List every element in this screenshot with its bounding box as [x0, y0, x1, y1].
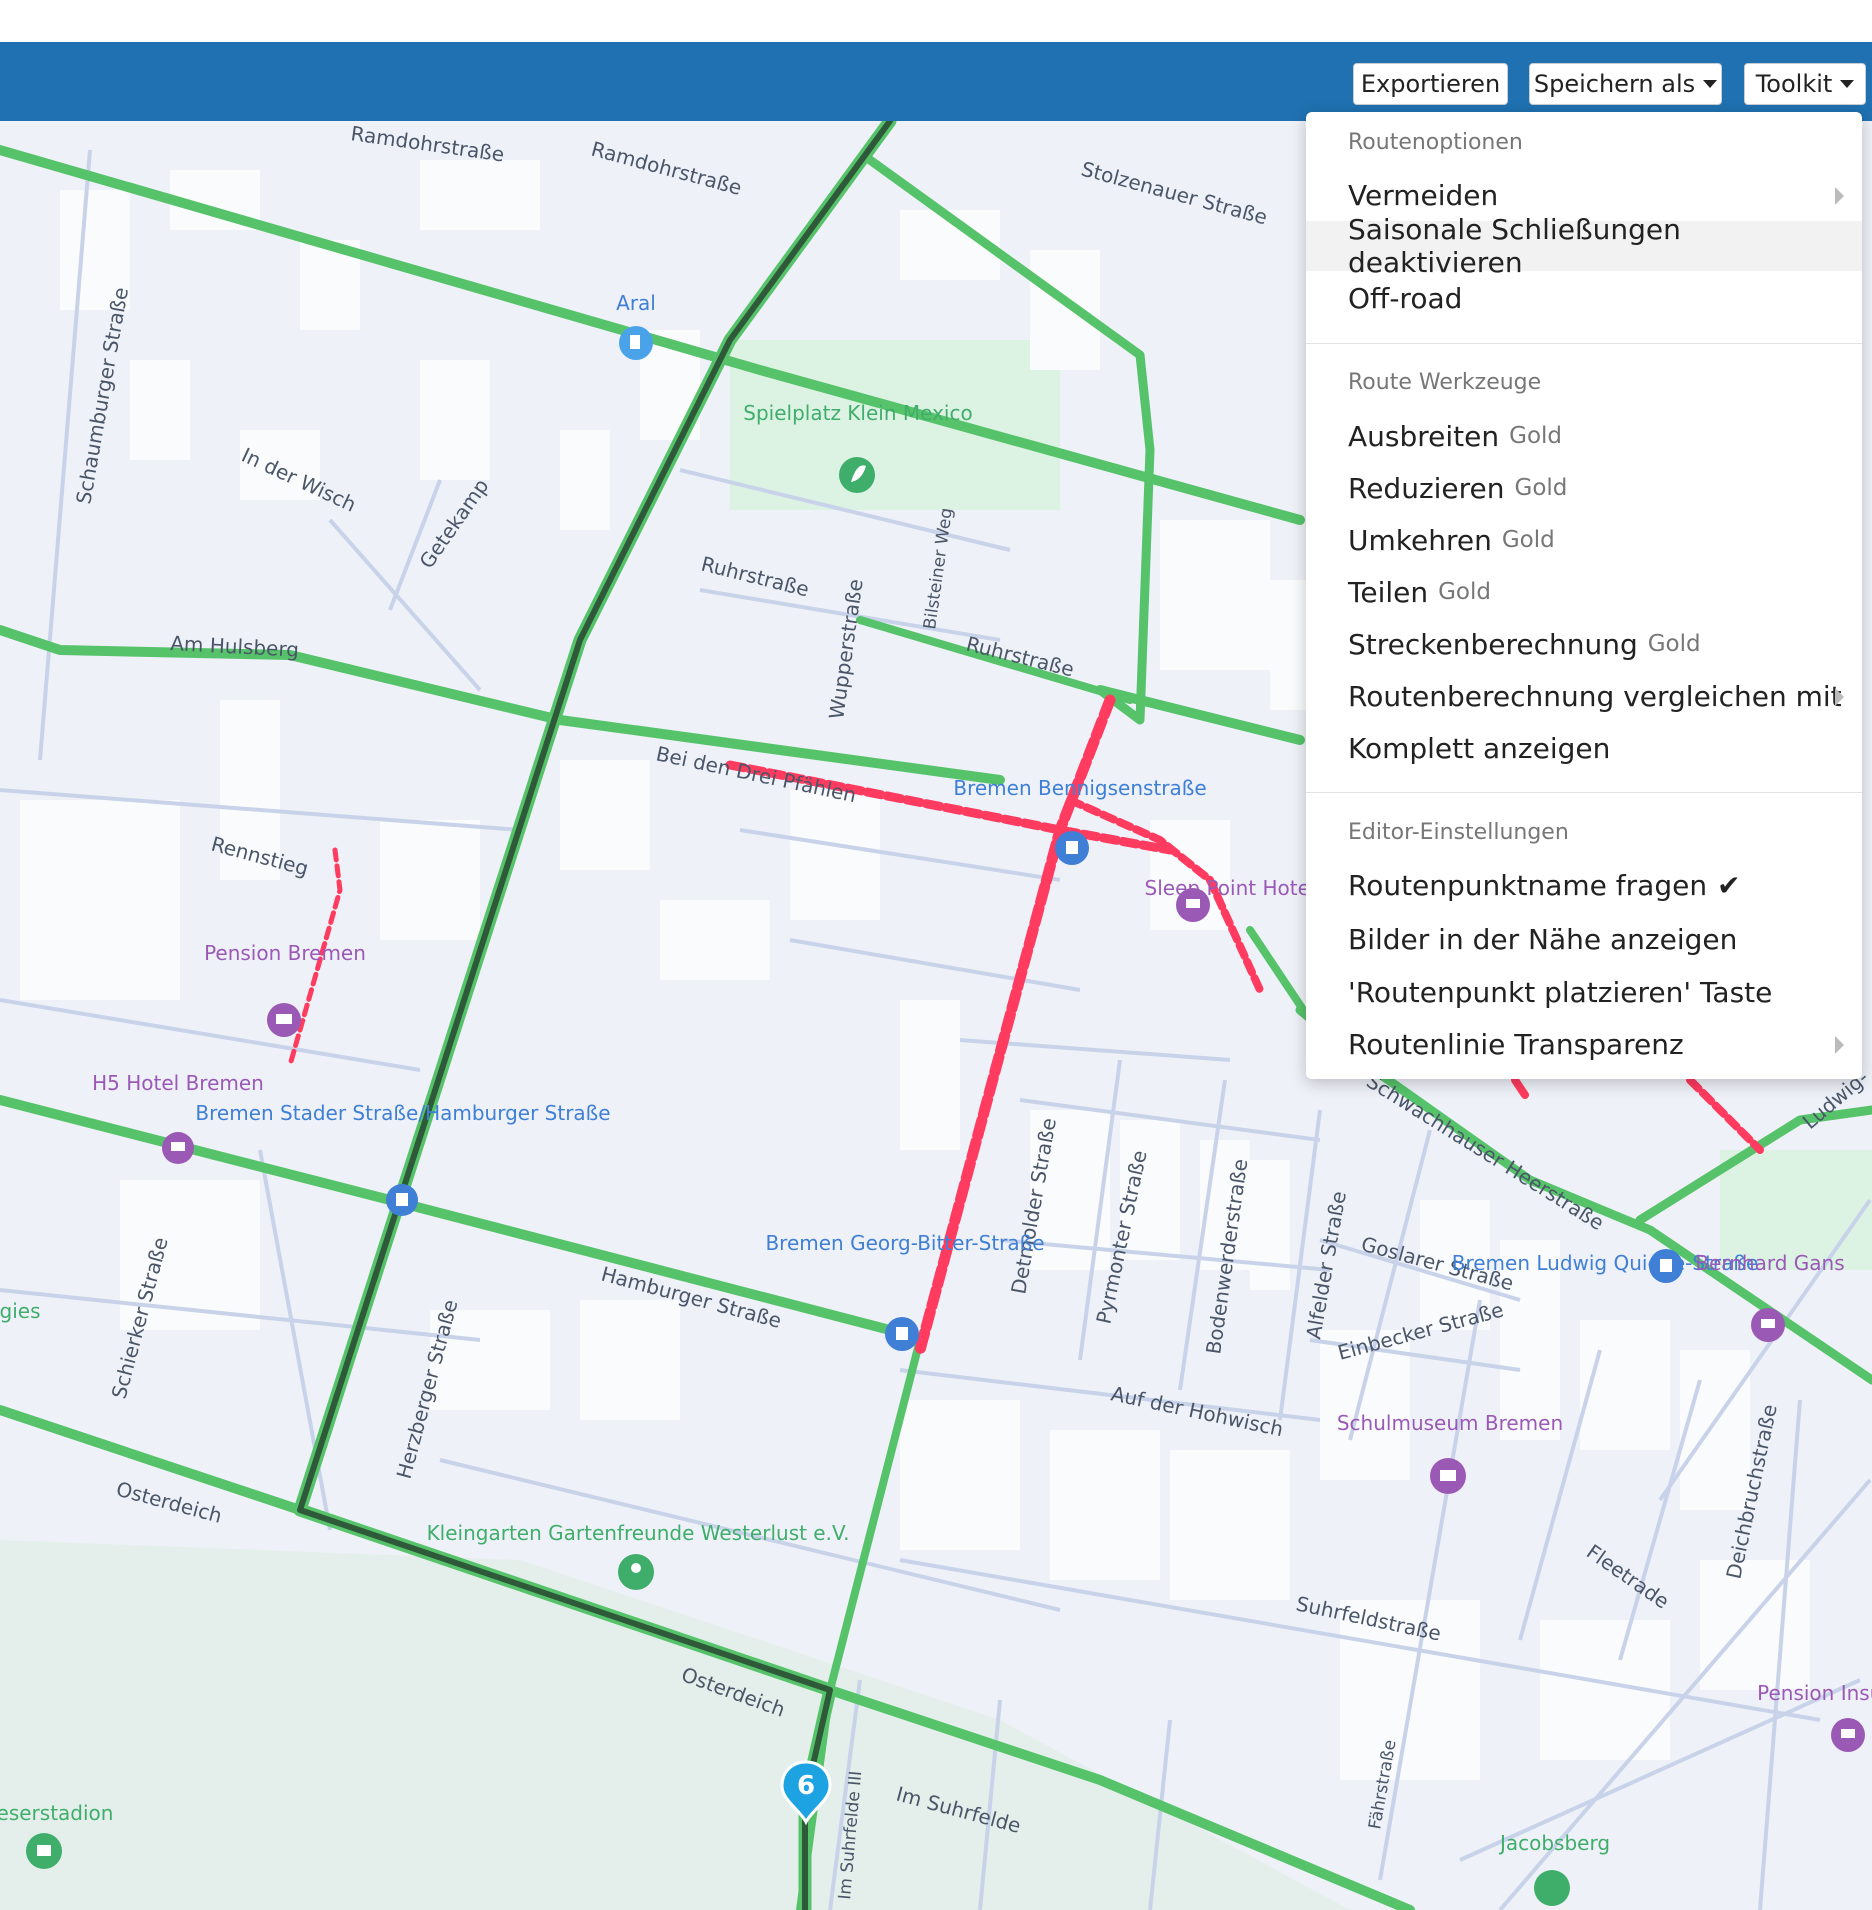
caret-down-icon: [1703, 80, 1718, 88]
menu-item-label: Bilder in der Nähe anzeigen: [1348, 922, 1738, 956]
submenu-arrow-icon: [1835, 187, 1844, 205]
poi-label: Bremen Stader Straße/Hamburger Straße: [195, 1101, 610, 1125]
menu-item-label: Routenberechnung vergleichen mit: [1348, 679, 1842, 713]
park-icon: [1534, 1870, 1570, 1906]
menu-item-label: Streckenberechnung: [1348, 627, 1638, 661]
gold-badge: Gold: [1509, 423, 1563, 449]
hotel-icon: [1176, 888, 1210, 922]
poi-label: H5 Hotel Bremen: [92, 1071, 264, 1095]
save-as-label: Speichern als: [1533, 70, 1696, 98]
garden-icon: [618, 1554, 654, 1590]
route-tools-header: Route Werkzeuge: [1348, 370, 1542, 395]
poi-label: Aral: [616, 291, 656, 315]
export-label: Exportieren: [1360, 70, 1501, 98]
menu-divider: [1306, 792, 1862, 793]
hotel-icon: [1751, 1308, 1785, 1342]
menu-item-label: Routenlinie Transparenz: [1348, 1027, 1684, 1061]
menu-item-offroad[interactable]: Off-road: [1306, 273, 1862, 323]
poi-label: Bremen Bennigsenstraße: [953, 776, 1206, 800]
menu-item-label: Komplett anzeigen: [1348, 731, 1611, 765]
editor-settings-header: Editor-Einstellungen: [1348, 820, 1569, 845]
menu-item-label: 'Routenpunkt platzieren' Taste: [1348, 975, 1773, 1009]
menu-divider: [1306, 343, 1862, 344]
menu-item-ask-waypoint-name[interactable]: Routenpunktname fragen ✔: [1306, 860, 1862, 910]
menu-item-routing[interactable]: Streckenberechnung Gold: [1306, 619, 1862, 669]
playground-icon: [839, 457, 875, 493]
menu-item-reverse[interactable]: Umkehren Gold: [1306, 515, 1862, 565]
poi-label: Pension Insulan: [1757, 1681, 1872, 1705]
toolkit-button[interactable]: Toolkit: [1744, 63, 1866, 105]
menu-item-nearby-photos[interactable]: Bilder in der Nähe anzeigen: [1306, 914, 1862, 964]
gold-badge: Gold: [1438, 579, 1491, 605]
museum-icon: [1430, 1458, 1466, 1494]
menu-item-reduce[interactable]: Reduzieren Gold: [1306, 463, 1862, 513]
fuel-station-icon: [619, 326, 653, 360]
poi-label: Sleep Point Hotel: [1145, 876, 1316, 900]
bus-stop-icon: [1649, 1249, 1683, 1283]
hotel-icon: [162, 1132, 194, 1164]
poi-label: Kleingarten Gartenfreunde Westerlust e.V…: [427, 1521, 850, 1545]
route-options-header: Routenoptionen: [1348, 130, 1523, 155]
menu-item-split[interactable]: Teilen Gold: [1306, 567, 1862, 617]
menu-item-label: Reduzieren: [1348, 471, 1505, 505]
gold-badge: Gold: [1514, 475, 1568, 501]
bus-stop-icon: [386, 1184, 418, 1216]
poi-label: Spielplatz Klein Mexico: [743, 401, 972, 425]
hotel-icon: [1831, 1718, 1865, 1752]
submenu-arrow-icon: [1835, 688, 1844, 706]
menu-item-label: Teilen: [1348, 575, 1429, 609]
menu-item-label: Saisonale Schließungen deaktivieren: [1348, 213, 1681, 279]
checkmark-icon: ✔: [1717, 868, 1741, 902]
gold-badge: Gold: [1501, 527, 1555, 553]
menu-item-seasonal-closures[interactable]: Saisonale Schließungen deaktivieren: [1306, 213, 1862, 279]
gold-badge: Gold: [1647, 631, 1701, 657]
menu-item-label: Ausbreiten: [1348, 419, 1500, 453]
browser-top-strip: [0, 0, 1872, 42]
menu-item-place-waypoint-key[interactable]: 'Routenpunkt platzieren' Taste: [1306, 967, 1862, 1017]
bus-stop-icon: [1055, 831, 1089, 865]
menu-item-label: Umkehren: [1348, 523, 1492, 557]
save-as-button[interactable]: Speichern als: [1529, 63, 1722, 105]
hotel-icon: [267, 1003, 301, 1037]
toolkit-dropdown-menu: Routenoptionen Vermeiden Saisonale Schli…: [1306, 112, 1862, 1079]
caret-down-icon: [1840, 80, 1855, 88]
export-button[interactable]: Exportieren: [1353, 63, 1508, 105]
poi-label: eserstadion: [0, 1801, 113, 1825]
poi-label: gies: [0, 1299, 40, 1323]
menu-item-compare-routing[interactable]: Routenberechnung vergleichen mit: [1306, 671, 1862, 721]
poi-label: Bernhard Gans: [1695, 1251, 1844, 1275]
menu-item-expand[interactable]: Ausbreiten Gold: [1306, 411, 1862, 461]
poi-label: Schulmuseum Bremen: [1337, 1411, 1563, 1435]
poi-label: Jacobsberg: [1498, 1831, 1610, 1855]
submenu-arrow-icon: [1835, 1036, 1844, 1054]
waypoint-number: 6: [796, 1771, 816, 1801]
poi-label: Bremen Georg-Bitter-Straße: [765, 1231, 1044, 1255]
waypoint-marker[interactable]: 6: [780, 1760, 832, 1826]
poi-label: Pension Bremen: [204, 941, 366, 965]
stadium-icon: [26, 1833, 62, 1869]
toolkit-label: Toolkit: [1755, 70, 1833, 98]
menu-item-label: Off-road: [1348, 281, 1463, 315]
bus-stop-icon: [885, 1317, 919, 1351]
menu-item-route-transparency[interactable]: Routenlinie Transparenz: [1306, 1019, 1862, 1069]
menu-item-show-all[interactable]: Komplett anzeigen: [1306, 723, 1862, 773]
menu-item-label: Routenpunktname fragen: [1348, 868, 1708, 902]
menu-item-label: Vermeiden: [1348, 178, 1499, 212]
